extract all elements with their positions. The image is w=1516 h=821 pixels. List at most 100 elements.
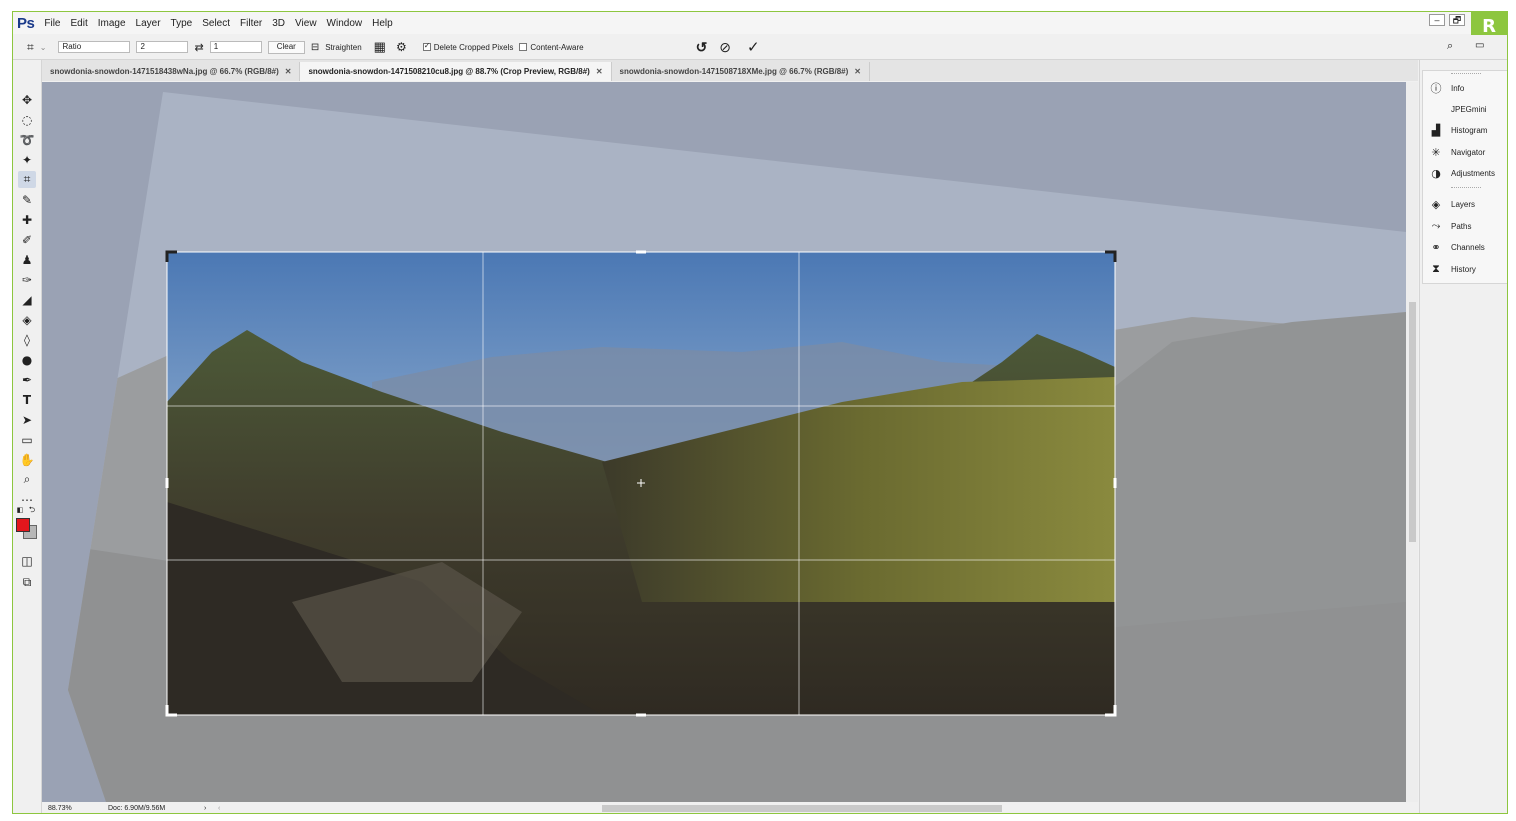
layers-icon: ◈	[1431, 197, 1441, 211]
ratio-select[interactable]: Ratio	[58, 41, 131, 53]
panel-group: ⓘ Info JPEGmini ▟ Histogram ✳ Navigator ◑ Ad…	[1422, 70, 1507, 284]
marquee-tool-icon[interactable]: ◌	[18, 112, 36, 129]
menu-edit[interactable]: Edit	[70, 18, 87, 29]
path-selection-tool-icon[interactable]: ➤	[18, 412, 36, 429]
swap-icon[interactable]: ⇄	[194, 41, 203, 54]
options-bar: ⌗ ⌄ Ratio 2 ⇄ 1 Clear ⊟ Straighten ▦ ⚙ D…	[13, 35, 1507, 60]
blur-tool-icon[interactable]: ◊	[18, 332, 36, 349]
crop-preset-icon[interactable]: ⌗	[27, 40, 34, 55]
navigator-icon: ✳	[1431, 145, 1441, 159]
panels-dock: ⓘ Info JPEGmini ▟ Histogram ✳ Navigator ◑ Ad…	[1419, 60, 1507, 813]
menu-select[interactable]: Select	[202, 18, 230, 29]
vertical-scroll-thumb[interactable]	[1409, 302, 1416, 542]
panel-jpegmini[interactable]: JPEGmini	[1429, 100, 1487, 118]
eyedropper-tool-icon[interactable]: ✎	[18, 192, 36, 209]
panel-label: Histogram	[1451, 125, 1488, 135]
magic-wand-tool-icon[interactable]: ✦	[18, 152, 36, 169]
ratio-width-input[interactable]: 2	[136, 41, 189, 53]
move-tool-icon[interactable]: ✥	[18, 92, 36, 109]
chevron-down-icon[interactable]: ⌄	[40, 43, 47, 52]
channels-icon: ⚭	[1431, 240, 1441, 254]
zoom-level[interactable]: 88.73%	[48, 802, 108, 813]
panel-histogram[interactable]: ▟ Histogram	[1429, 121, 1488, 139]
dodge-tool-icon[interactable]: ●	[18, 352, 36, 369]
reset-icon[interactable]: ↺	[696, 39, 708, 56]
content-aware-checkbox[interactable]: Content-Aware	[519, 42, 584, 52]
menu-file[interactable]: File	[44, 18, 60, 29]
history-brush-tool-icon[interactable]: ✑	[18, 272, 36, 289]
delete-cropped-checkbox[interactable]: Delete Cropped Pixels	[422, 41, 513, 52]
close-icon[interactable]: ✕	[596, 67, 603, 76]
restore-button[interactable]: 🗗	[1449, 14, 1465, 26]
commit-check-icon[interactable]: ✓	[747, 38, 760, 56]
crop-tool-icon[interactable]: ⌗	[18, 171, 36, 188]
lasso-tool-icon[interactable]: ➰	[18, 132, 36, 149]
document-tab[interactable]: snowdonia-snowdon-1471518438wNa.jpg @ 66…	[42, 62, 301, 81]
clear-button[interactable]: Clear	[267, 40, 305, 54]
panel-channels[interactable]: ⚭ Channels	[1429, 238, 1484, 256]
tab-label: snowdonia-snowdon-1471508718XMe.jpg @ 66…	[619, 67, 849, 76]
brush-tool-icon[interactable]: ✐	[18, 232, 36, 249]
straighten-label[interactable]: Straighten	[325, 43, 361, 52]
quick-mask-icon[interactable]: ◫	[18, 553, 36, 570]
tab-label: snowdonia-snowdon-1471518438wNa.jpg @ 66…	[50, 67, 279, 76]
panel-adjustments[interactable]: ◑ Adjustments	[1429, 164, 1495, 182]
content-aware-label: Content-Aware	[530, 42, 584, 52]
tab-label: snowdonia-snowdon-1471508210cu8.jpg @ 88…	[308, 67, 590, 76]
stamp-tool-icon[interactable]: ♟	[18, 252, 36, 269]
healing-brush-tool-icon[interactable]: ✚	[18, 212, 36, 229]
panel-navigator[interactable]: ✳ Navigator	[1429, 143, 1485, 161]
cancel-icon[interactable]: ⊘	[719, 39, 731, 56]
close-icon[interactable]: ✕	[285, 67, 292, 76]
document-canvas[interactable]	[42, 82, 1406, 802]
checkbox-unchecked-icon[interactable]	[519, 43, 528, 51]
menu-help[interactable]: Help	[372, 18, 393, 29]
scroll-left-icon[interactable]: ‹	[218, 802, 232, 813]
hand-tool-icon[interactable]: ✋	[18, 452, 36, 469]
menu-filter[interactable]: Filter	[240, 18, 262, 29]
history-icon: ⧗	[1432, 262, 1440, 275]
menu-layer[interactable]: Layer	[136, 18, 161, 29]
swap-colors-icon[interactable]: ⮌	[27, 505, 37, 515]
vertical-scrollbar[interactable]	[1406, 82, 1418, 802]
checkbox-checked-icon[interactable]	[422, 41, 431, 51]
default-colors-icon[interactable]: ◧	[15, 505, 25, 515]
gear-icon[interactable]: ⚙	[396, 40, 407, 54]
menu-type[interactable]: Type	[171, 18, 193, 29]
menu-view[interactable]: View	[295, 18, 317, 29]
menu-image[interactable]: Image	[98, 18, 126, 29]
type-tool-icon[interactable]: T	[18, 392, 36, 409]
panel-layers[interactable]: ◈ Layers	[1429, 195, 1475, 213]
crop-preview-image[interactable]	[42, 82, 1406, 802]
status-menu-arrow-icon[interactable]: ›	[204, 802, 218, 813]
eraser-tool-icon[interactable]: ◢	[18, 292, 36, 309]
overlay-grid-icon[interactable]: ▦	[374, 39, 386, 55]
panel-label: Paths	[1451, 221, 1472, 231]
histogram-icon: ▟	[1431, 123, 1441, 137]
document-tabs: snowdonia-snowdon-1471518438wNa.jpg @ 66…	[42, 60, 1418, 81]
menu-window[interactable]: Window	[327, 18, 363, 29]
rectangle-tool-icon[interactable]: ▭	[18, 432, 36, 449]
straighten-icon[interactable]: ⊟	[311, 42, 319, 53]
paint-bucket-tool-icon[interactable]: ◈	[18, 312, 36, 329]
panel-group-gripper[interactable]	[1451, 73, 1481, 74]
status-bar: 88.73% Doc: 6.90M/9.56M › ‹	[42, 802, 1418, 813]
zoom-tool-icon[interactable]: ⌕	[18, 471, 36, 488]
menu-3d[interactable]: 3D	[272, 18, 285, 29]
panel-paths[interactable]: ⤳ Paths	[1429, 217, 1472, 235]
document-tab[interactable]: snowdonia-snowdon-1471508718XMe.jpg @ 66…	[611, 62, 870, 81]
minimize-button[interactable]: –	[1429, 14, 1445, 26]
pen-tool-icon[interactable]: ✒	[18, 372, 36, 389]
foreground-color-swatch[interactable]	[16, 518, 30, 532]
ratio-height-input[interactable]: 1	[209, 41, 262, 53]
search-icon[interactable]: ⌕	[1447, 40, 1453, 53]
panel-info[interactable]: ⓘ Info	[1429, 79, 1465, 97]
panel-group-gripper[interactable]	[1451, 187, 1481, 188]
panel-history[interactable]: ⧗ History	[1429, 260, 1476, 278]
panel-label: Layers	[1451, 199, 1476, 209]
workspace-icon[interactable]: ▭	[1475, 40, 1484, 51]
close-icon[interactable]: ✕	[854, 67, 861, 76]
horizontal-scroll-thumb[interactable]	[602, 805, 1002, 812]
document-tab-active[interactable]: snowdonia-snowdon-1471508210cu8.jpg @ 88…	[300, 62, 612, 81]
screen-mode-icon[interactable]: ⧉	[18, 574, 36, 591]
